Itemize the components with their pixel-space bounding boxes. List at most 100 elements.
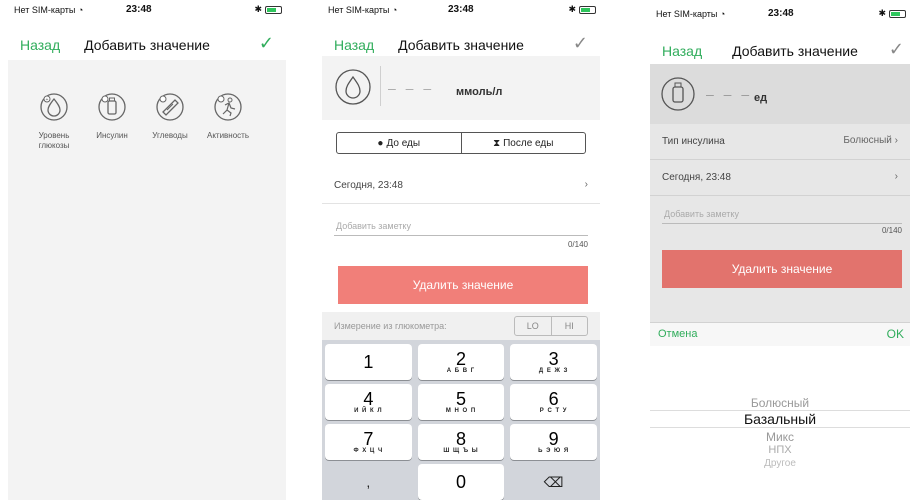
navbar: Назад Добавить значение ✓ (650, 34, 910, 64)
picker-toolbar: Отмена OK (650, 322, 910, 346)
value-placeholder: – – – (706, 86, 753, 102)
navbar: Назад Добавить значение ✓ (322, 28, 600, 58)
wifi-icon: ◔ (77, 5, 84, 15)
screen-insulin-entry: Нет SIM-карты ◔ 23:48 ✱ Назад Добавить з… (650, 0, 910, 500)
insulin-vial-icon (98, 93, 126, 121)
glucose-drop-icon: + (40, 93, 68, 121)
category-label: Уровень глюкозы (38, 131, 70, 150)
key-comma[interactable]: , (325, 464, 412, 500)
note-placeholder: Добавить заметку (664, 209, 739, 219)
datetime-row[interactable]: Сегодня, 23:48 › (322, 168, 600, 204)
key-0[interactable]: 0 (417, 464, 505, 500)
picker-option[interactable]: Другое (650, 458, 910, 469)
insulin-type-label: Тип инсулина (662, 136, 725, 147)
page-title: Добавить значение (732, 43, 858, 59)
carbs-icon (156, 93, 184, 121)
key-8[interactable]: 8Ш Щ Ъ Ы (417, 424, 505, 460)
battery-icon: ✱ (878, 8, 906, 19)
key-5[interactable]: 5М Н О П (417, 384, 505, 420)
key-3[interactable]: 3Д Е Ж З (510, 344, 597, 380)
unit-label: ед (754, 92, 768, 104)
page-title: Добавить значение (398, 37, 524, 53)
clock: 23:48 (126, 4, 152, 15)
navbar: Назад Добавить значение ✓ (8, 28, 286, 58)
done-checkmark-button[interactable]: ✓ (259, 33, 274, 54)
category-panel: + Уровень глюкозы Инсулин Углеводы Актив… (8, 60, 286, 500)
cursor-divider (380, 66, 381, 106)
category-insulin[interactable]: Инсулин (90, 92, 134, 150)
datetime-label: Сегодня, 23:48 (334, 180, 403, 191)
datetime-row[interactable]: Сегодня, 23:48 › (650, 160, 910, 196)
key-9[interactable]: 9Ь Э Ю Я (510, 424, 597, 460)
picker-option-selected[interactable]: Базальный (650, 411, 910, 427)
category-glucose[interactable]: + Уровень глюкозы (32, 92, 76, 150)
category-label: Инсулин (96, 131, 128, 140)
status-bar: Нет SIM-карты ◔ 23:48 ✱ (650, 0, 910, 20)
meter-toolbar: Измерение из глюкометра: LO HI (322, 312, 600, 340)
delete-value-button[interactable]: Удалить значение (338, 266, 588, 304)
insulin-type-row[interactable]: Тип инсулина Болюсный › (650, 124, 910, 160)
carrier-label: Нет SIM-карты ◔ (14, 5, 84, 15)
ok-button[interactable]: OK (887, 327, 904, 341)
clock: 23:48 (448, 4, 474, 15)
chevron-right-icon: › (894, 171, 898, 182)
carrier-label: Нет SIM-карты ◔ (328, 5, 398, 15)
insulin-vial-icon (661, 77, 695, 111)
chevron-right-icon: › (584, 179, 588, 190)
note-placeholder: Добавить заметку (336, 221, 411, 231)
insulin-type-value: Болюсный › (843, 135, 898, 146)
note-input[interactable]: Добавить заметку (662, 202, 902, 224)
key-6[interactable]: 6Р С Т У (510, 384, 597, 420)
picker-option[interactable]: Болюсный (650, 396, 910, 410)
apple-core-icon: ⧗ (493, 137, 501, 149)
wifi-icon: ◔ (391, 5, 398, 15)
carrier-label: Нет SIM-карты ◔ (656, 9, 726, 19)
status-bar: Нет SIM-карты ◔ 23:48 ✱ (322, 0, 600, 20)
svg-text:+: + (46, 97, 49, 103)
value-input-box[interactable]: – – – ед (650, 64, 910, 124)
hi-button[interactable]: HI (550, 317, 588, 335)
category-activity[interactable]: Активность (206, 92, 250, 150)
key-7[interactable]: 7Ф Х Ц Ч (325, 424, 412, 460)
category-carbs[interactable]: Углеводы (148, 92, 192, 150)
clock: 23:48 (768, 8, 794, 19)
insulin-type-picker[interactable]: Болюсный Базальный Микс НПХ Другое (650, 346, 910, 500)
note-counter: 0/140 (881, 226, 902, 235)
screen-glucose-entry: Нет SIM-карты ◔ 23:48 ✱ Назад Добавить з… (322, 0, 600, 500)
category-label: Углеводы (152, 131, 188, 140)
page-title: Добавить значение (84, 37, 210, 53)
unit-label: ммоль/л (456, 86, 503, 98)
category-list: + Уровень глюкозы Инсулин Углеводы Актив… (32, 92, 250, 150)
battery-icon: ✱ (568, 4, 596, 15)
status-bar: Нет SIM-карты ◔ 23:48 ✱ (8, 0, 286, 20)
activity-runner-icon (214, 93, 242, 121)
after-meal-tab[interactable]: ⧗ После еды (460, 133, 586, 153)
picker-option[interactable]: Микс (650, 430, 910, 444)
lo-hi-toggle: LO HI (514, 316, 588, 336)
done-checkmark-button[interactable]: ✓ (889, 39, 904, 60)
meal-segmented-control: ● До еды ⧗ После еды (336, 132, 586, 154)
key-4[interactable]: 4И Й К Л (325, 384, 412, 420)
glucose-drop-icon (335, 69, 371, 105)
before-meal-tab[interactable]: ● До еды (337, 133, 461, 153)
cancel-button[interactable]: Отмена (658, 328, 697, 340)
battery-icon: ✱ (254, 4, 282, 15)
chevron-right-icon: › (894, 135, 898, 146)
meter-label: Измерение из глюкометра: (334, 321, 447, 331)
value-placeholder: – – – (388, 80, 435, 96)
picker-option[interactable]: НПХ (650, 444, 910, 456)
note-counter: 0/140 (567, 240, 588, 249)
value-input-box[interactable]: – – – ммоль/л (322, 56, 600, 120)
done-checkmark-button[interactable]: ✓ (573, 33, 588, 54)
apple-icon: ● (377, 137, 384, 149)
category-label: Активность (206, 131, 249, 140)
key-1[interactable]: 1 (325, 344, 412, 380)
wifi-icon: ◔ (719, 9, 726, 19)
delete-value-button[interactable]: Удалить значение (662, 250, 902, 288)
key-2[interactable]: 2А Б В Г (417, 344, 505, 380)
datetime-label: Сегодня, 23:48 (662, 172, 731, 183)
numeric-keypad: 1 2А Б В Г 3Д Е Ж З 4И Й К Л 5М Н О П 6Р… (322, 340, 600, 500)
note-input[interactable]: Добавить заметку (334, 214, 588, 236)
backspace-icon[interactable]: ⌫ (510, 464, 597, 500)
lo-button[interactable]: LO (515, 317, 551, 335)
